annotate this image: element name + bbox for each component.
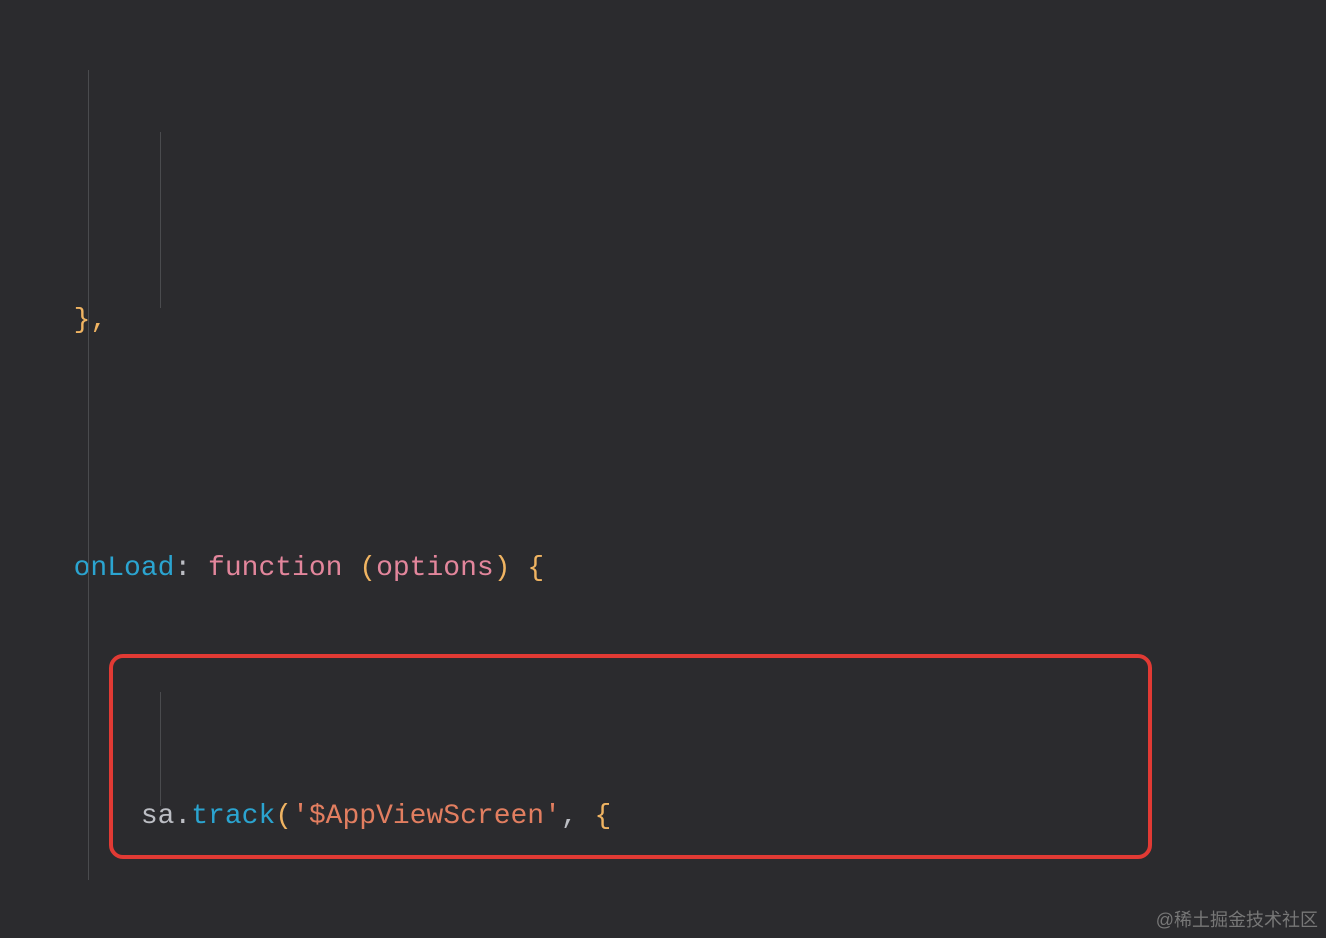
token-brace: { [595, 786, 612, 848]
code-editor[interactable]: }, onLoad: function (options) { sa.track… [40, 0, 1326, 938]
code-line: }, [40, 290, 1326, 352]
code-line: onLoad: function (options) { [40, 538, 1326, 600]
token-string: '$AppViewScreen' [292, 786, 561, 848]
token-paren: ( [275, 786, 292, 848]
token-punct: , [561, 786, 595, 848]
token-punct: : [174, 538, 208, 600]
token-brace: }, [40, 290, 107, 352]
token-param: options [376, 538, 494, 600]
token-keyword: function [208, 538, 359, 600]
token-identifier: onLoad [40, 538, 174, 600]
token-paren: ( [359, 538, 376, 600]
token-identifier: sa. [40, 786, 191, 848]
token-paren: ) [494, 538, 528, 600]
watermark-text: @稀土掘金技术社区 [1156, 906, 1318, 932]
code-line: sa.track('$AppViewScreen', { [40, 786, 1326, 848]
token-brace: { [527, 538, 544, 600]
token-method: track [191, 786, 275, 848]
